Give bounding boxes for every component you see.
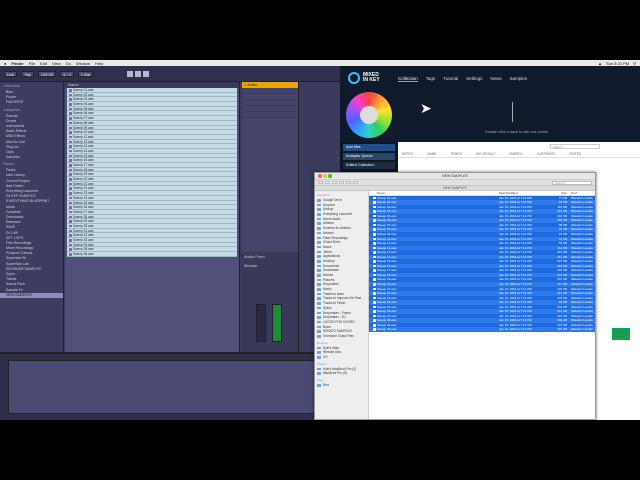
logo-icon [348,72,360,84]
meter-field[interactable]: 4 / 4 [60,70,74,77]
col-name-header[interactable]: Name [369,191,499,195]
menu-go[interactable]: Go [66,61,71,66]
apple-icon[interactable]: ● [4,61,6,66]
wifi-icon[interactable]: ▲ [598,61,602,66]
file-date: Jan 15, 2018 at 7:14 PM [499,327,532,332]
finder-title: NEW SAMPLES [442,174,468,178]
tab-settings[interactable]: Settings [466,76,482,82]
icon-view-button[interactable] [332,180,337,185]
record-icon[interactable] [143,70,150,77]
col-cuepoints[interactable]: CUEPOINTS [537,152,556,157]
categories-header: Categories [3,107,20,112]
places-header: Places [3,162,14,167]
finder-file-row[interactable]: Sweep 30.wav Jan 15, 2018 at 7:14 PM 197 K… [369,327,595,332]
menu-app-name[interactable]: Finder [11,61,23,66]
file-row[interactable]: Sweep 36.wav [67,252,237,257]
mouse-cursor-icon: ➤ [420,100,432,116]
transport [127,70,150,77]
tab-collection[interactable]: Collection [398,76,418,82]
mik-search-input[interactable]: Search [550,144,600,149]
ableton-toolbar: Link Tap 125.00 4 / 4 1 Bar [0,66,340,82]
tab-tutorial[interactable]: Tutorial [443,76,458,82]
tags-header: Tags [317,378,324,383]
ableton-browser-sidebar: Collections Blue Purple FAVORITE Categorie… [0,82,64,352]
export-button[interactable] [612,328,630,340]
share-button[interactable] [353,180,358,185]
letterbox-bottom [0,420,640,480]
quantize-select[interactable]: 1 Bar [77,70,94,77]
tab-news[interactable]: News [490,76,501,82]
back-button[interactable] [318,180,323,185]
tap-button[interactable]: Tap [21,70,34,77]
file-name: Sweep 30.wav [369,327,499,332]
favorites-header: Favorites [317,193,330,197]
finder-sidebar-item[interactable]: CD [315,355,368,360]
col-size-header[interactable]: Size [551,191,569,195]
menu-view[interactable]: View [52,61,61,66]
tab-samples[interactable]: Samples [510,76,528,82]
col-name[interactable]: NAME [427,152,436,157]
ableton-file-list: Name Sweep 01.wav Sweep 02.wav Sweep 03.wa… [65,82,240,352]
cue-marker [512,102,513,122]
tab-tags[interactable]: Tags [426,76,436,82]
finder-search-input[interactable]: Search [552,180,592,185]
col-edited[interactable]: EDITED [569,152,581,157]
analysis-queue-button[interactable]: Analysis Queue [343,153,395,160]
list-view-button[interactable] [339,180,344,185]
volume-fader[interactable] [256,304,266,342]
clip-slot[interactable] [244,112,296,118]
finder-titlebar: NEW SAMPLES [315,173,595,180]
finder-file-list: Name Date Modified Size Kind Sweep 01.wa… [369,191,595,419]
forward-button[interactable] [325,180,330,185]
ableton-window: Link Tap 125.00 4 / 4 1 Bar Collections … [0,66,340,420]
col-date-header[interactable]: Date Modified [499,191,551,195]
file-kind: Waveform audio [571,327,593,332]
col-key[interactable]: KEY RESULT [476,152,496,157]
finder-sidebar-item[interactable]: Red [315,383,368,388]
finder-sidebar: Favorites Google Drive Dropbox Airdrop Ever… [315,191,369,419]
mik-header: MIXED IN KEY Collection Tags Tutorial Set… [340,66,640,142]
tempo-field[interactable]: 125.00 [37,70,57,77]
menu-file[interactable]: File [29,61,35,66]
device-drop-area[interactable] [8,360,328,414]
shared-header: Shared [317,361,327,366]
col-energy[interactable]: ENERGY [509,152,522,157]
mik-nav: Collection Tags Tutorial Settings News S… [398,76,527,82]
add-files-button[interactable]: Add files [343,144,395,151]
finder-sidebar-item[interactable]: MacBook Pro (5) [315,371,368,376]
mixer-section: Audio From Monitor [242,252,298,352]
audio-from-label: Audio From [244,254,265,259]
browser-place-item[interactable]: NEW SAMPLES [0,292,63,298]
camelot-wheel[interactable] [346,92,392,138]
mik-logo: MIXED IN KEY [348,72,380,84]
clock[interactable]: Sun 5:22 PM [606,61,629,66]
col-kind-header[interactable]: Kind [569,191,595,195]
letterbox-top [0,0,640,60]
monitor-label: Monitor [244,263,258,268]
finder-window: NEW SAMPLES Search NEW SAMPLES Favorites… [314,172,596,420]
finder-sidebar-item[interactable]: Overdone Crash Files [315,334,368,339]
collections-header: Collections [3,84,21,88]
col-artist[interactable]: ARTIST [402,152,413,157]
link-button[interactable]: Link [4,70,18,77]
mik-table-header: ARTIST NAME TEMPO KEY RESULT ENERGY CUEP… [398,152,640,158]
col-tempo[interactable]: TEMPO [451,152,462,157]
level-meter [272,304,282,342]
edited-collection-button[interactable]: Edited Collection [343,162,395,169]
cue-hint: Double click a track to edit cue points [485,130,548,134]
search-icon[interactable]: ⚲ [633,61,636,66]
menu-help[interactable]: Help [95,61,103,66]
devices-header: Devices [317,340,328,345]
menu-window[interactable]: Window [76,61,90,66]
detail-view [0,352,340,420]
file-size: 197 KB [557,327,567,332]
play-icon[interactable] [127,70,134,77]
column-view-button[interactable] [346,180,351,185]
logo-text-2: IN KEY [363,77,380,83]
stop-icon[interactable] [135,70,142,77]
menu-edit[interactable]: Edit [40,61,47,66]
